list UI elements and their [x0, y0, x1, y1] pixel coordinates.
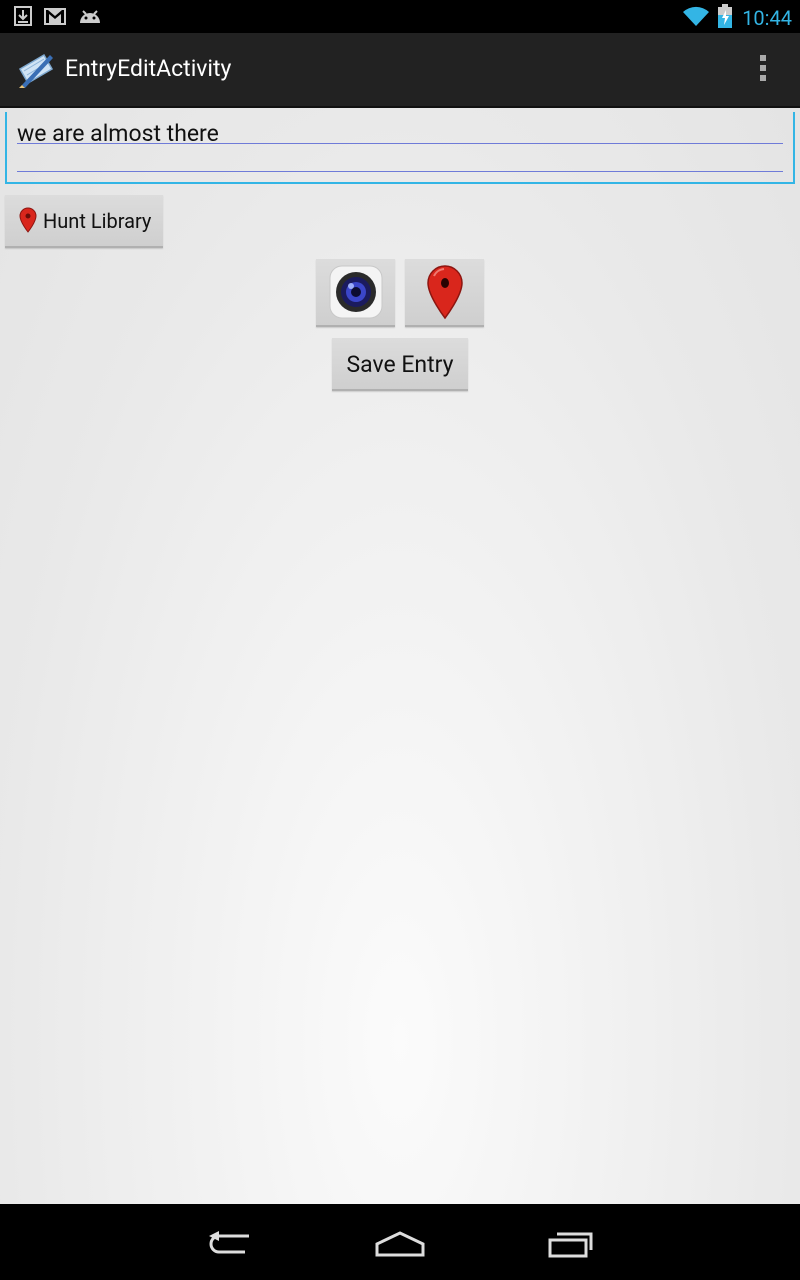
recent-apps-icon[interactable]	[547, 1228, 597, 1262]
app-logo-icon[interactable]	[16, 51, 58, 93]
clock: 10:44	[742, 6, 792, 30]
text-rule-line	[17, 143, 783, 144]
map-pin-icon	[19, 207, 37, 237]
entry-edit-form: we are almost there Hunt Library Save En…	[0, 108, 800, 1204]
entry-text-field[interactable]: we are almost there	[5, 112, 795, 184]
map-button[interactable]	[405, 259, 484, 327]
camera-button[interactable]	[316, 259, 395, 327]
location-button[interactable]: Hunt Library	[5, 195, 163, 248]
back-icon[interactable]	[205, 1230, 255, 1262]
battery-charging-icon	[718, 4, 733, 32]
android-icon	[78, 7, 102, 29]
wifi-icon	[682, 5, 710, 31]
action-bar: EntryEditActivity	[0, 33, 800, 108]
navigation-bar	[0, 1204, 800, 1280]
text-rule-line	[17, 171, 783, 172]
location-button-label: Hunt Library	[43, 209, 152, 233]
home-icon[interactable]	[374, 1230, 426, 1262]
save-entry-button[interactable]: Save Entry	[332, 338, 468, 391]
status-bar: 10:44	[0, 0, 800, 33]
download-icon	[14, 6, 32, 30]
page-title: EntryEditActivity	[65, 55, 232, 82]
save-entry-label: Save Entry	[346, 351, 454, 378]
overflow-menu-icon[interactable]	[758, 55, 768, 85]
gmail-icon	[44, 7, 66, 29]
